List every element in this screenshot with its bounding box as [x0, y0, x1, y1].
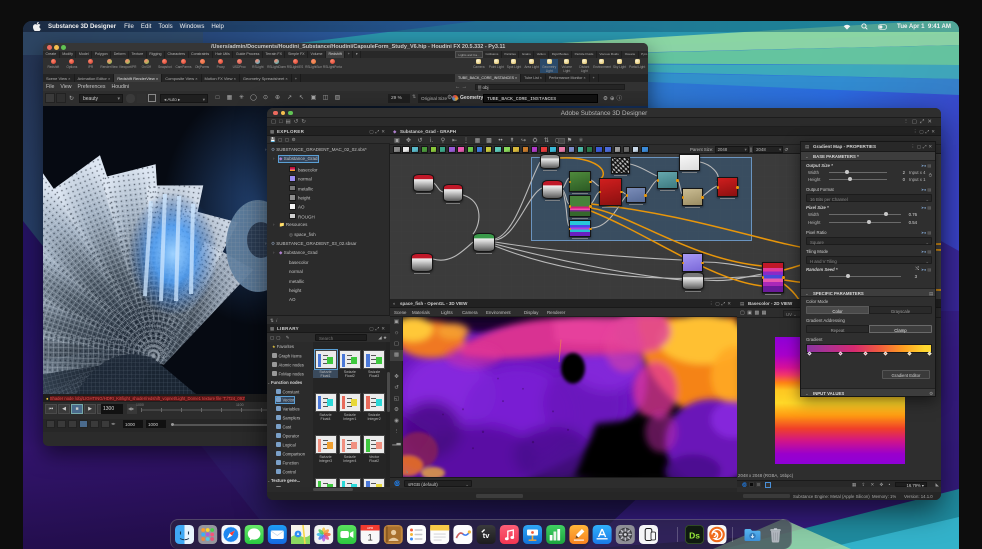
svg-text:1: 1: [367, 533, 372, 544]
svg-text:Ds: Ds: [689, 530, 700, 540]
svg-text:tv: tv: [483, 531, 490, 540]
svg-text:APR: APR: [367, 526, 374, 530]
